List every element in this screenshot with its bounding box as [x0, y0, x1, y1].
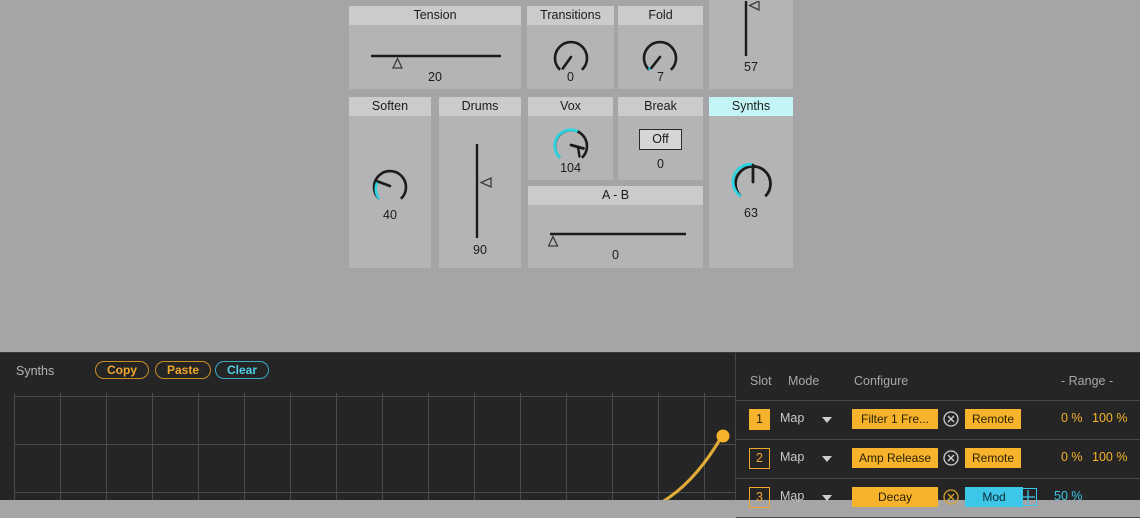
- grid-icon[interactable]: [1019, 488, 1037, 506]
- panel-fold-title: Fold: [618, 6, 703, 25]
- modulation-pane: Synths Copy Paste Clear Slot Mode Config…: [0, 352, 1140, 518]
- panel-break[interactable]: Break Off 0: [618, 97, 703, 180]
- slot-mode-label[interactable]: Map: [780, 450, 804, 464]
- soften-knob[interactable]: [370, 166, 410, 206]
- slot-list-header: Slot Mode Configure - Range -: [736, 353, 1140, 401]
- slot-number[interactable]: 2: [749, 448, 770, 469]
- slot-target[interactable]: Decay: [852, 487, 938, 507]
- top-right-slider[interactable]: [735, 0, 767, 59]
- slot-number[interactable]: 1: [749, 409, 770, 430]
- slot-number[interactable]: 3: [749, 487, 770, 508]
- top-right-value: 57: [744, 60, 758, 74]
- soften-value: 40: [383, 208, 397, 222]
- table-row[interactable]: 1 Map Filter 1 Fre... Remote 0 % 100 %: [736, 401, 1140, 440]
- close-icon[interactable]: [943, 411, 959, 427]
- device-rack: Tension 20 Transitions 0 Fold 7 57 Softe…: [0, 0, 1140, 352]
- chevron-down-icon[interactable]: [822, 495, 832, 501]
- panel-transitions[interactable]: Transitions 0: [527, 6, 614, 89]
- close-icon[interactable]: [943, 450, 959, 466]
- slot-range-min[interactable]: 0 %: [1061, 411, 1083, 425]
- panel-vox[interactable]: Vox 104: [528, 97, 613, 180]
- vox-value: 104: [560, 161, 581, 175]
- curve-editor: Synths Copy Paste Clear: [0, 353, 735, 500]
- slot-list: Slot Mode Configure - Range - 1 Map Filt…: [736, 353, 1140, 518]
- slot-badge[interactable]: Remote: [965, 409, 1022, 429]
- header-range: - Range -: [1061, 374, 1114, 388]
- drums-value: 90: [473, 243, 487, 257]
- panel-soften-title: Soften: [349, 97, 431, 116]
- slot-range-max[interactable]: 100 %: [1092, 450, 1127, 464]
- copy-button[interactable]: Copy: [95, 361, 149, 379]
- fold-value: 7: [657, 70, 664, 84]
- header-slot: Slot: [750, 374, 772, 388]
- curve-title: Synths: [16, 364, 55, 378]
- curve-toolbar: Synths Copy Paste Clear: [0, 353, 735, 393]
- ab-value: 0: [612, 248, 619, 262]
- slot-target[interactable]: Amp Release: [852, 448, 938, 468]
- synths-knob[interactable]: [731, 160, 775, 204]
- slot-badge[interactable]: Mod: [965, 487, 1023, 507]
- tension-value: 20: [428, 70, 442, 84]
- panel-vox-title: Vox: [528, 97, 613, 116]
- table-row[interactable]: 3 Map Decay Mod 50 %: [736, 479, 1140, 518]
- panel-drums-title: Drums: [439, 97, 521, 116]
- panel-tension[interactable]: Tension 20: [349, 6, 521, 89]
- transitions-value: 0: [567, 70, 574, 84]
- paste-button[interactable]: Paste: [155, 361, 212, 379]
- slot-mode-label[interactable]: Map: [780, 489, 804, 503]
- synths-value: 63: [744, 206, 758, 220]
- clear-button[interactable]: Clear: [215, 361, 270, 379]
- drums-slider[interactable]: [465, 142, 501, 240]
- panel-ab-title: A - B: [528, 186, 703, 205]
- break-toggle[interactable]: Off: [639, 129, 682, 150]
- slot-range-min[interactable]: 50 %: [1054, 489, 1083, 503]
- panel-break-title: Break: [618, 97, 703, 116]
- slot-range-min[interactable]: 0 %: [1061, 450, 1083, 464]
- panel-fold[interactable]: Fold 7: [618, 6, 703, 89]
- chevron-down-icon[interactable]: [822, 456, 832, 462]
- panel-synths[interactable]: Synths 63: [709, 97, 793, 268]
- panel-ab[interactable]: A - B 0: [528, 186, 703, 268]
- header-configure: Configure: [854, 374, 909, 388]
- panel-tension-title: Tension: [349, 6, 521, 25]
- panel-drums[interactable]: Drums 90: [439, 97, 521, 268]
- slot-range-max[interactable]: 100 %: [1092, 411, 1127, 425]
- table-row[interactable]: 2 Map Amp Release Remote 0 % 100 %: [736, 440, 1140, 479]
- break-value: 0: [657, 157, 664, 171]
- slot-mode-label[interactable]: Map: [780, 411, 804, 425]
- header-mode: Mode: [788, 374, 820, 388]
- curve-grid[interactable]: [0, 393, 735, 500]
- slot-target[interactable]: Filter 1 Fre...: [852, 409, 938, 429]
- panel-soften[interactable]: Soften 40: [349, 97, 431, 268]
- close-icon[interactable]: [943, 489, 959, 505]
- vox-knob[interactable]: [551, 125, 591, 165]
- panel-transitions-title: Transitions: [527, 6, 614, 25]
- chevron-down-icon[interactable]: [822, 417, 832, 423]
- slot-badge[interactable]: Remote: [965, 448, 1022, 468]
- panel-synths-title: Synths: [709, 97, 793, 116]
- panel-top-right[interactable]: 57: [709, 0, 793, 89]
